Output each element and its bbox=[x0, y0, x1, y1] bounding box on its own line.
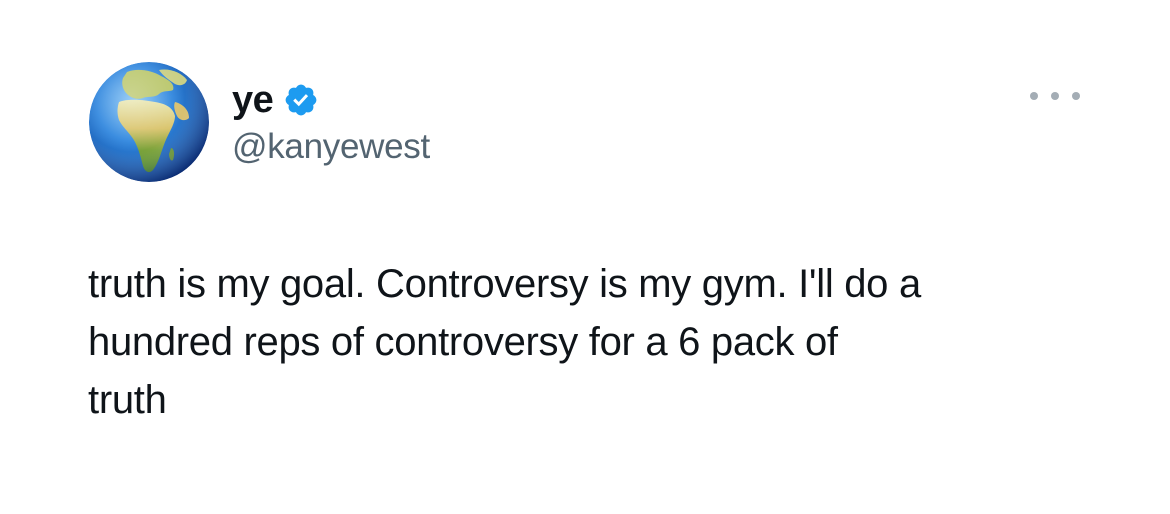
more-dot bbox=[1030, 92, 1038, 100]
author-name-row: ye bbox=[232, 78, 319, 122]
more-dot bbox=[1051, 92, 1059, 100]
verified-badge-icon[interactable] bbox=[283, 82, 319, 118]
avatar-globe-icon[interactable] bbox=[89, 62, 209, 182]
author-display-name[interactable]: ye bbox=[232, 78, 274, 122]
tweet-text: truth is my goal. Controversy is my gym.… bbox=[88, 262, 921, 422]
tweet-card: ye @kanyewest truth is my goal. Controve… bbox=[0, 0, 1170, 514]
more-options-icon[interactable] bbox=[1030, 84, 1080, 108]
more-dot bbox=[1072, 92, 1080, 100]
author-handle[interactable]: @kanyewest bbox=[232, 126, 430, 168]
globe-europe-africa-icon bbox=[89, 62, 209, 182]
